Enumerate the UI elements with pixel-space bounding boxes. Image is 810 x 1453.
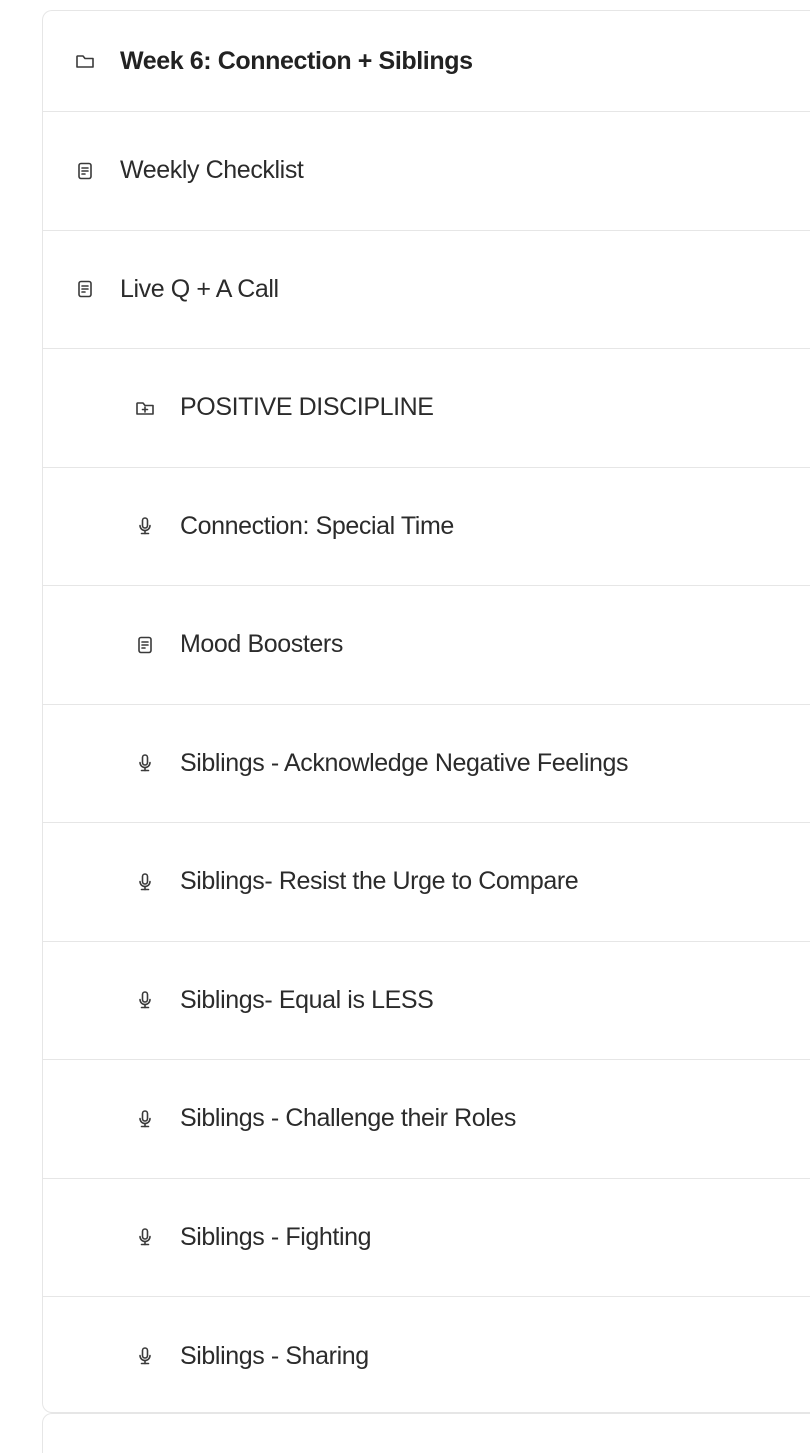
folder-icon (74, 50, 96, 72)
lesson-title: Siblings - Acknowledge Negative Feelings (180, 748, 629, 777)
lesson-title: Siblings- Equal is LESS (180, 985, 434, 1014)
microphone-icon (134, 989, 156, 1011)
microphone-icon (134, 1226, 156, 1248)
document-icon (74, 278, 96, 300)
lesson-title: Siblings- Resist the Urge to Compare (180, 867, 579, 896)
lesson-item-connection-special-time[interactable]: Connection: Special Time (43, 468, 810, 586)
document-icon (134, 634, 156, 656)
module-title: Week 6: Connection + Siblings (120, 46, 473, 75)
lesson-title: Live Q + A Call (120, 274, 279, 303)
folder-plus-icon (134, 397, 156, 419)
lesson-title: Connection: Special Time (180, 511, 454, 540)
lesson-item-mood-boosters[interactable]: Mood Boosters (43, 586, 810, 705)
lesson-item-fighting[interactable]: Siblings - Fighting (43, 1179, 810, 1297)
submodule-item-positive-discipline[interactable]: POSITIVE DISCIPLINE (43, 349, 810, 468)
lesson-item-acknowledge-negative-feelings[interactable]: Siblings - Acknowledge Negative Feelings (43, 705, 810, 823)
lesson-title: Siblings - Fighting (180, 1222, 372, 1251)
lesson-item-live-qa-call[interactable]: Live Q + A Call (43, 231, 810, 349)
lesson-title: Siblings - Challenge their Roles (180, 1104, 516, 1133)
submodule-title: POSITIVE DISCIPLINE (180, 393, 434, 422)
microphone-icon (134, 871, 156, 893)
lesson-title: Mood Boosters (180, 630, 343, 659)
lesson-title: Weekly Checklist (120, 156, 304, 185)
microphone-icon (134, 515, 156, 537)
lesson-title: Siblings - Sharing (180, 1341, 369, 1370)
lesson-item-sharing[interactable]: Siblings - Sharing (43, 1297, 810, 1412)
microphone-icon (134, 1345, 156, 1367)
lesson-item-weekly-checklist[interactable]: Weekly Checklist (43, 112, 810, 231)
lesson-item-equal-is-less[interactable]: Siblings- Equal is LESS (43, 942, 810, 1060)
module-header[interactable]: Week 6: Connection + Siblings (43, 11, 810, 112)
document-icon (74, 160, 96, 182)
microphone-icon (134, 1108, 156, 1130)
module-panel: Week 6: Connection + Siblings Weekly Che… (42, 10, 810, 1413)
microphone-icon (134, 752, 156, 774)
lesson-item-challenge-their-roles[interactable]: Siblings - Challenge their Roles (43, 1060, 810, 1179)
next-module-panel (42, 1413, 810, 1453)
lesson-item-resist-urge-to-compare[interactable]: Siblings- Resist the Urge to Compare (43, 823, 810, 942)
